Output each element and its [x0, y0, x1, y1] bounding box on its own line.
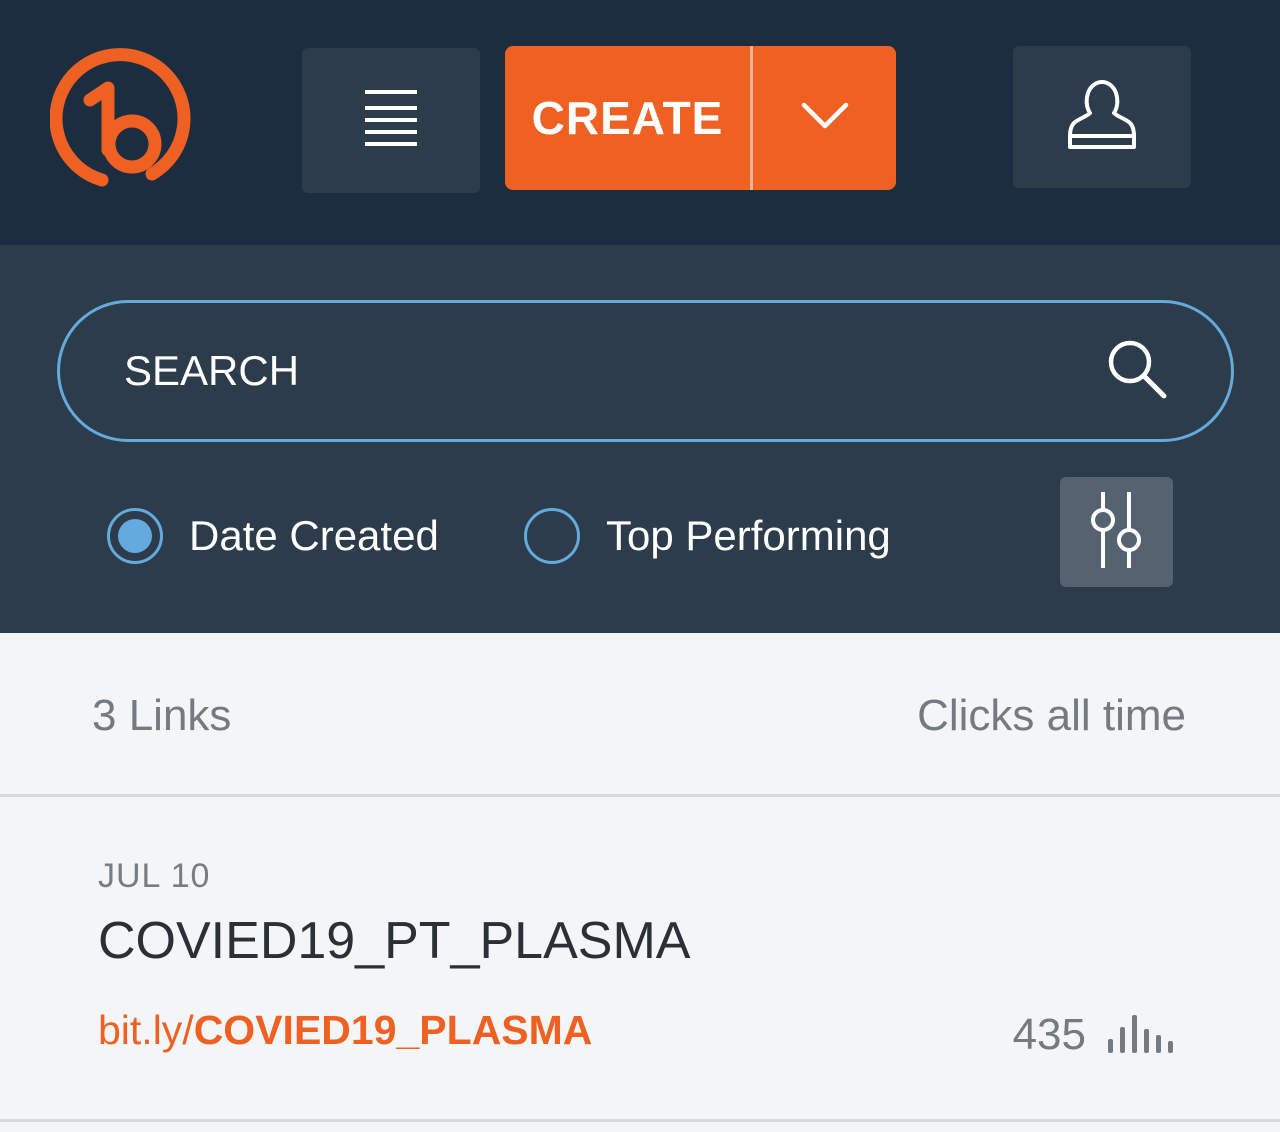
- radio-button-selected[interactable]: [107, 508, 163, 564]
- short-link-domain: bit.ly/: [98, 1007, 194, 1053]
- top-navigation-bar: CREATE: [0, 0, 1280, 245]
- short-link-slug: COVIED19_PLASMA: [193, 1007, 593, 1053]
- search-input[interactable]: [124, 303, 1084, 439]
- create-dropdown-button[interactable]: [753, 46, 896, 190]
- create-button-group: CREATE: [505, 46, 896, 190]
- clicks-column-label: Clicks all time: [917, 691, 1186, 740]
- bitly-logo-icon[interactable]: [49, 44, 198, 192]
- hamburger-menu-icon: [363, 88, 419, 153]
- sliders-icon: [1085, 490, 1149, 575]
- sort-option-label: Top Performing: [606, 512, 891, 559]
- filter-settings-button[interactable]: [1060, 477, 1173, 587]
- radio-button[interactable]: [524, 508, 580, 564]
- link-click-stats[interactable]: 435: [1013, 1010, 1180, 1060]
- click-count: 435: [1012, 1010, 1086, 1059]
- sort-option-top-performing[interactable]: Top Performing: [524, 508, 891, 564]
- menu-button[interactable]: [302, 48, 480, 193]
- filter-panel: Date Created Top Performing: [0, 245, 1280, 633]
- chevron-down-icon: [801, 102, 849, 135]
- sort-option-label: Date Created: [189, 512, 439, 559]
- short-link[interactable]: bit.ly/COVIED19_PLASMA: [98, 1007, 592, 1054]
- bar-chart-icon: [1106, 1013, 1180, 1058]
- search-box: [57, 300, 1234, 442]
- user-icon: [1066, 79, 1138, 156]
- account-button[interactable]: [1013, 46, 1191, 188]
- link-title[interactable]: COVIED19_PT_PLASMA: [98, 911, 690, 971]
- link-count: 3 Links: [92, 691, 232, 740]
- sort-option-date-created[interactable]: Date Created: [107, 508, 439, 564]
- search-icon[interactable]: [1105, 337, 1169, 401]
- link-list-item[interactable]: JUL 10 COVIED19_PT_PLASMA bit.ly/COVIED1…: [0, 800, 1280, 1122]
- links-list-header: 3 Links Clicks all time: [0, 633, 1280, 797]
- radio-dot: [118, 519, 152, 553]
- link-date: JUL 10: [98, 857, 211, 895]
- create-button[interactable]: CREATE: [505, 46, 750, 190]
